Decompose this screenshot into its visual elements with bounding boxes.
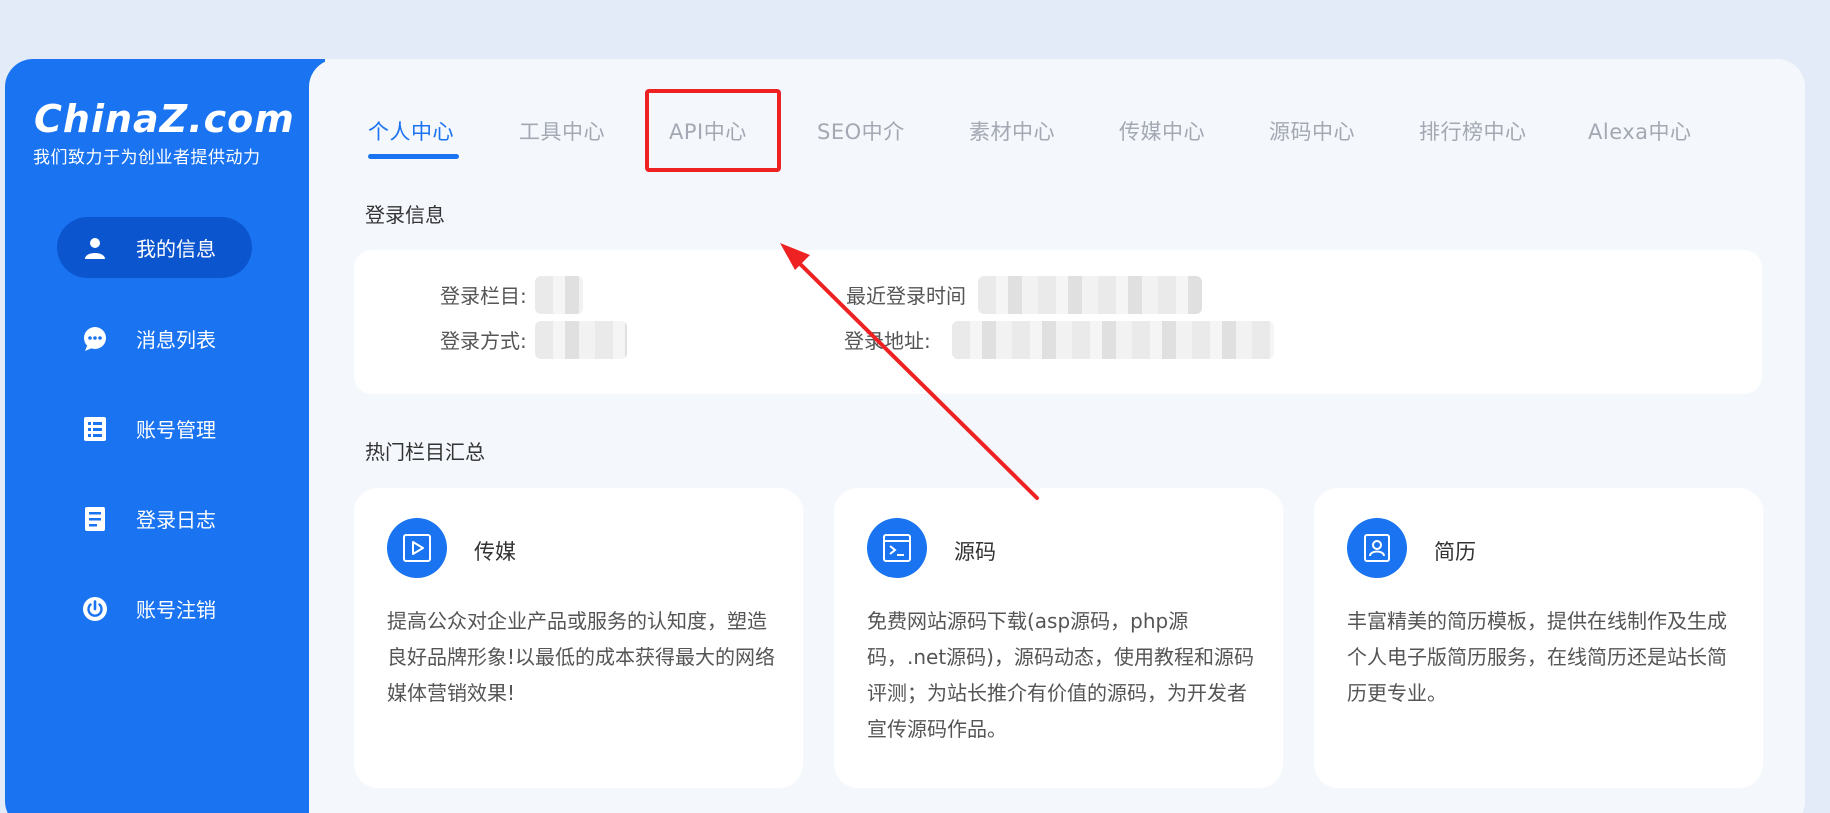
sidebar-item-label: 我的信息 [136, 237, 216, 261]
log-icon [82, 506, 108, 532]
hot-section-card-source-code[interactable]: 源码 免费网站源码下载(asp源码，php源码，.net源码)，源码动态，使用教… [834, 488, 1283, 788]
sidebar-item-label: 消息列表 [136, 328, 216, 352]
tab-tools-center[interactable]: 工具中心 [519, 116, 605, 146]
last-login-time-label: 最近登录时间 [846, 284, 966, 308]
main-content: 个人中心 工具中心 API中心 SEO中介 素材中心 传媒中心 源码中心 排行榜… [309, 59, 1805, 813]
login-address-value-redacted [952, 321, 1274, 359]
tab-ranking-center[interactable]: 排行榜中心 [1419, 116, 1527, 146]
tab-personal-center[interactable]: 个人中心 [368, 116, 454, 146]
tab-alexa-center[interactable]: Alexa中心 [1588, 116, 1692, 146]
card-description: 丰富精美的简历模板，提供在线制作及生成个人电子版简历服务，在线简历还是站长简历更… [1347, 609, 1727, 705]
sidebar-item-label: 账号注销 [136, 598, 216, 622]
logo[interactable]: ChinaZ.com [34, 97, 295, 141]
sidebar-item-account-cancel[interactable]: 账号注销 [57, 578, 252, 639]
user-icon [82, 235, 108, 261]
sidebar-item-login-log[interactable]: 登录日志 [57, 488, 252, 549]
hot-section-card-resume[interactable]: 简历 丰富精美的简历模板，提供在线制作及生成个人电子版简历服务，在线简历还是站长… [1314, 488, 1763, 788]
login-method-label: 登录方式: [440, 329, 527, 353]
top-tabs: 个人中心 工具中心 API中心 SEO中介 素材中心 传媒中心 源码中心 排行榜… [309, 59, 1805, 179]
hot-sections-title: 热门栏目汇总 [365, 440, 485, 464]
login-address-label: 登录地址: [844, 329, 931, 353]
list-icon [82, 416, 108, 442]
sidebar: ChinaZ.com 我们致力于为创业者提供动力 我的信息 消息列表 账号管理 … [5, 59, 325, 813]
card-description: 免费网站源码下载(asp源码，php源码，.net源码)，源码动态，使用教程和源… [867, 609, 1254, 741]
login-info-card: 登录栏目: 最近登录时间 登录方式: 登录地址: [354, 250, 1762, 394]
sidebar-item-messages[interactable]: 消息列表 [57, 308, 252, 369]
sidebar-item-label: 账号管理 [136, 418, 216, 442]
card-description: 提高公众对企业产品或服务的认知度，塑造良好品牌形象!以最低的成本获得最大的网络媒… [387, 609, 776, 705]
login-method-value-redacted [535, 321, 627, 359]
sidebar-item-label: 登录日志 [136, 508, 216, 532]
sidebar-item-my-info[interactable]: 我的信息 [57, 217, 252, 278]
chat-bubble-icon [82, 326, 108, 352]
app-window: ChinaZ.com 我们致力于为创业者提供动力 我的信息 消息列表 账号管理 … [5, 59, 1805, 813]
sidebar-item-account-management[interactable]: 账号管理 [57, 398, 252, 459]
tab-seo-agency[interactable]: SEO中介 [817, 116, 905, 146]
tab-material-center[interactable]: 素材中心 [969, 116, 1055, 146]
tab-source-code-center[interactable]: 源码中心 [1269, 116, 1355, 146]
active-tab-indicator [368, 154, 459, 159]
terminal-icon [867, 518, 927, 578]
login-info-title: 登录信息 [365, 203, 445, 227]
profile-card-icon [1347, 518, 1407, 578]
card-title: 简历 [1434, 540, 1476, 564]
card-title: 源码 [954, 540, 996, 564]
card-title: 传媒 [474, 540, 516, 564]
tab-media-center[interactable]: 传媒中心 [1119, 116, 1205, 146]
power-icon [82, 596, 108, 622]
slogan: 我们致力于为创业者提供动力 [33, 148, 261, 168]
login-column-value-redacted [535, 276, 583, 314]
last-login-time-value-redacted [978, 276, 1202, 314]
play-icon [387, 518, 447, 578]
hot-section-card-media[interactable]: 传媒 提高公众对企业产品或服务的认知度，塑造良好品牌形象!以最低的成本获得最大的… [354, 488, 803, 788]
annotation-highlight-box [645, 89, 781, 172]
login-column-label: 登录栏目: [440, 284, 527, 308]
